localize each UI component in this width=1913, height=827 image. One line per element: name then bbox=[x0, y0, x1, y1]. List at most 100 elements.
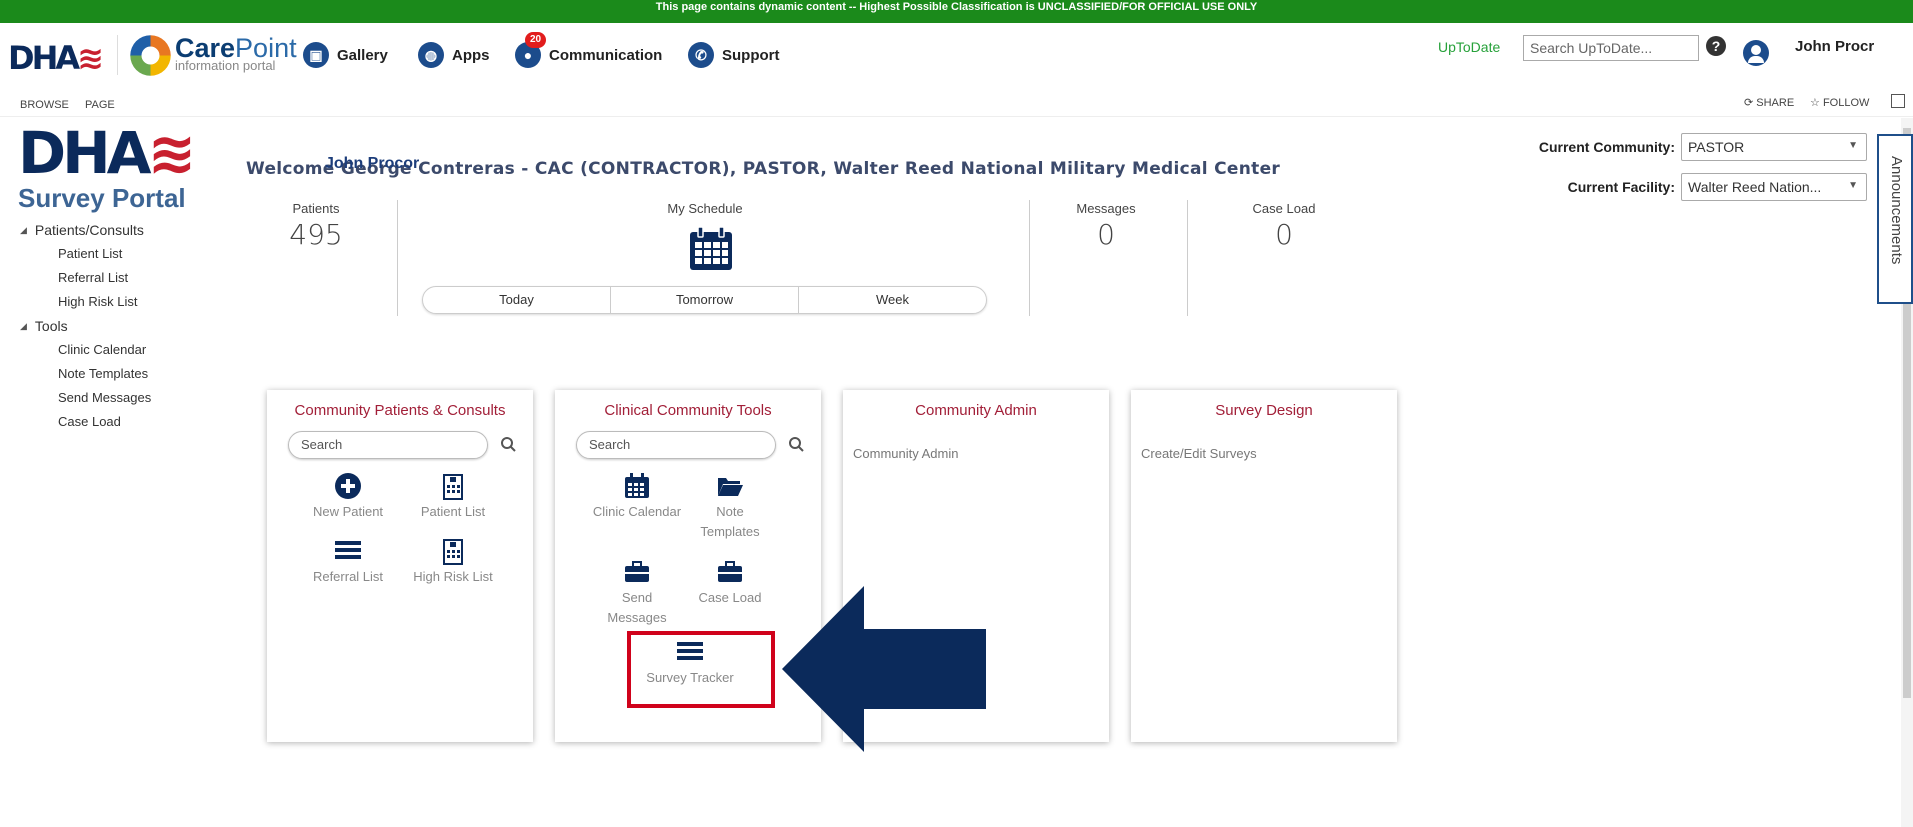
kpi-value: 0 bbox=[1275, 218, 1293, 251]
tile-label: High Risk List bbox=[413, 569, 493, 584]
nav-communication-label: Communication bbox=[549, 46, 663, 64]
community-admin-link[interactable]: Community Admin bbox=[853, 446, 958, 461]
tile-high-risk-list[interactable]: High Risk List bbox=[408, 537, 498, 587]
announcements-label: Announcements bbox=[1888, 156, 1905, 265]
help-icon[interactable]: ? bbox=[1706, 36, 1726, 56]
notification-badge: 20 bbox=[525, 32, 547, 48]
survey-portal-logo[interactable]: DHA≋ Survey Portal bbox=[18, 124, 196, 213]
uptodate-logo[interactable]: UpToDate bbox=[1438, 39, 1500, 55]
nav-gallery-label: Gallery bbox=[337, 46, 388, 64]
tile-send-messages[interactable]: Send Messages bbox=[592, 558, 682, 628]
nav-group-label: Patients/Consults bbox=[34, 222, 144, 238]
collapse-triangle-icon: ◢ bbox=[20, 320, 27, 331]
sidebar-item-referral-list[interactable]: Referral List bbox=[20, 266, 151, 290]
uptodate-search-input[interactable]: Search UpToDate... bbox=[1523, 35, 1699, 61]
sp-logo-text: DHA bbox=[18, 119, 152, 187]
nav-support-label: Support bbox=[722, 46, 780, 64]
card-search-input[interactable]: Search bbox=[288, 431, 488, 459]
nav-gallery[interactable]: ▣ Gallery bbox=[303, 41, 388, 69]
sidebar-item-note-templates[interactable]: Note Templates bbox=[20, 362, 151, 386]
nav-group-tools[interactable]: ◢ Tools bbox=[20, 314, 151, 338]
kpi-label: Case Load bbox=[1252, 201, 1316, 216]
sidebar-item-send-messages[interactable]: Send Messages bbox=[20, 386, 151, 410]
create-edit-surveys-link[interactable]: Create/Edit Surveys bbox=[1141, 446, 1257, 461]
ribbon-tab-page[interactable]: PAGE bbox=[85, 99, 115, 111]
tile-patient-list[interactable]: Patient List bbox=[408, 472, 498, 522]
search-icon[interactable] bbox=[787, 435, 807, 455]
kpi-label: Messages bbox=[1076, 201, 1136, 216]
tile-case-load[interactable]: Case Load bbox=[685, 558, 775, 608]
kpi-divider bbox=[1187, 200, 1188, 316]
tile-label: Referral List bbox=[312, 569, 384, 584]
card-title: Community Patients & Consults bbox=[294, 402, 506, 419]
tile-note-templates[interactable]: Note Templates bbox=[685, 472, 775, 542]
ribbon-tab-browse[interactable]: BROWSE bbox=[20, 99, 69, 111]
community-select[interactable]: PASTOR ▼ bbox=[1681, 133, 1867, 161]
carepoint-brand[interactable]: CarePoint information portal bbox=[175, 34, 297, 72]
current-community: Current Community: PASTOR ▼ bbox=[1539, 133, 1867, 161]
tile-clinic-calendar[interactable]: Clinic Calendar bbox=[592, 472, 682, 522]
calendar-icon[interactable] bbox=[688, 226, 734, 272]
sidebar-item-case-load[interactable]: Case Load bbox=[20, 410, 151, 434]
tile-label: Patient List bbox=[420, 504, 486, 519]
flag-icon: ≋ bbox=[147, 119, 197, 187]
hospital-icon bbox=[443, 539, 463, 565]
sidebar-item-high-risk-list[interactable]: High Risk List bbox=[20, 290, 151, 314]
kpi-messages[interactable]: Messages 0 bbox=[1060, 201, 1152, 251]
flag-icon: ≋ bbox=[77, 39, 104, 77]
share-icon: ⟳ bbox=[1744, 97, 1754, 109]
schedule-week-button[interactable]: Week bbox=[799, 287, 986, 313]
nav-support[interactable]: ✆ Support bbox=[688, 41, 780, 69]
user-avatar-icon[interactable] bbox=[1743, 40, 1769, 66]
dha-logo[interactable]: DHA≋ bbox=[8, 39, 104, 77]
card-title: Clinical Community Tools bbox=[604, 402, 772, 419]
card-search-input[interactable]: Search bbox=[576, 431, 776, 459]
tile-label: Case Load bbox=[698, 590, 762, 605]
kpi-case-load[interactable]: Case Load 0 bbox=[1238, 201, 1330, 251]
gallery-icon: ▣ bbox=[303, 42, 329, 68]
pointer-arrow-icon bbox=[782, 586, 986, 752]
schedule-today-button[interactable]: Today bbox=[423, 287, 611, 313]
top-header: DHA≋ CarePoint information portal ▣ Galle… bbox=[0, 23, 1913, 85]
nav-apps[interactable]: ◍ Apps bbox=[418, 41, 490, 69]
announcements-tab[interactable]: Announcements bbox=[1877, 134, 1913, 304]
folder-open-icon bbox=[718, 478, 743, 496]
carepoint-logo-icon bbox=[130, 35, 171, 76]
follow-button[interactable]: ☆ FOLLOW bbox=[1810, 96, 1869, 109]
user-name[interactable]: John Procr bbox=[1795, 38, 1874, 55]
nav-communication[interactable]: ● 20 Communication bbox=[515, 32, 663, 69]
left-navigation: DHA≋ Survey Portal ◢ Patients/Consults Pa… bbox=[0, 118, 199, 827]
briefcase-icon bbox=[625, 561, 649, 582]
card-title: Community Admin bbox=[915, 402, 1037, 419]
schedule-range-buttons: Today Tomorrow Week bbox=[422, 286, 987, 314]
calendar-icon bbox=[625, 473, 649, 498]
sidebar-item-clinic-calendar[interactable]: Clinic Calendar bbox=[20, 338, 151, 362]
focus-mode-icon[interactable] bbox=[1891, 94, 1905, 108]
survey-tracker-highlight-box bbox=[627, 631, 775, 708]
ribbon-bar: BROWSE PAGE ⟳ SHARE ☆ FOLLOW bbox=[0, 85, 1913, 117]
kpi-value: 495 bbox=[289, 218, 343, 251]
tile-new-patient[interactable]: New Patient bbox=[303, 472, 393, 522]
page-root: { "banner": {"text": "This page contains… bbox=[0, 0, 1913, 827]
schedule-tomorrow-button[interactable]: Tomorrow bbox=[611, 287, 799, 313]
share-button[interactable]: ⟳ SHARE bbox=[1744, 96, 1794, 109]
nav-group-label: Tools bbox=[34, 318, 68, 334]
chevron-down-icon: ▼ bbox=[1848, 140, 1858, 151]
tile-referral-list[interactable]: Referral List bbox=[303, 537, 393, 587]
kpi-schedule: My Schedule bbox=[640, 201, 770, 216]
facility-select[interactable]: Walter Reed Nation... ▼ bbox=[1681, 173, 1867, 201]
kpi-patients[interactable]: Patients 495 bbox=[268, 201, 364, 251]
classification-banner: This page contains dynamic content -- Hi… bbox=[0, 0, 1913, 23]
sidebar-item-patient-list[interactable]: Patient List bbox=[20, 242, 151, 266]
star-icon: ☆ bbox=[1810, 97, 1820, 109]
search-icon[interactable] bbox=[499, 435, 519, 455]
tile-label: New Patient bbox=[312, 504, 384, 519]
card-survey-design: Survey Design Create/Edit Surveys bbox=[1131, 390, 1397, 742]
portal-name: Survey Portal bbox=[18, 183, 186, 213]
chat-icon: ● 20 bbox=[515, 32, 547, 68]
nav-tree: ◢ Patients/Consults Patient List Referral… bbox=[20, 218, 151, 434]
banner-text: This page contains dynamic content -- Hi… bbox=[655, 1, 1258, 13]
tile-label: Note Templates bbox=[700, 504, 760, 539]
nav-group-patients[interactable]: ◢ Patients/Consults bbox=[20, 218, 151, 242]
kpi-divider bbox=[1029, 200, 1030, 316]
